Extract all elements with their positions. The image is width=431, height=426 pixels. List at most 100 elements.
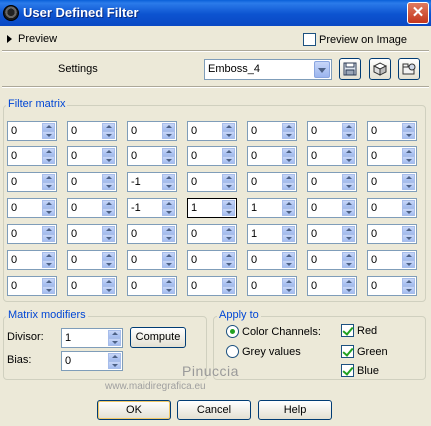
spin-up-icon[interactable] xyxy=(402,200,415,208)
spin-down-icon[interactable] xyxy=(102,260,115,268)
close-button[interactable]: ✕ xyxy=(407,2,429,24)
matrix-cell-r2-c2[interactable]: -1 xyxy=(127,172,177,192)
spin-up-icon[interactable] xyxy=(108,353,121,361)
spin-down-icon[interactable] xyxy=(162,286,175,294)
ok-button[interactable]: OK xyxy=(97,400,171,420)
matrix-cell-r6-c1[interactable]: 0 xyxy=(67,276,117,296)
spin-down-icon[interactable] xyxy=(42,208,55,216)
spin-down-icon[interactable] xyxy=(42,260,55,268)
spin-down-icon[interactable] xyxy=(108,338,121,346)
spin-up-icon[interactable] xyxy=(102,252,115,260)
spin-down-icon[interactable] xyxy=(162,234,175,242)
matrix-cell-r0-c1[interactable]: 0 xyxy=(67,121,117,141)
green-checkbox[interactable]: Green xyxy=(341,345,388,358)
spin-down-icon[interactable] xyxy=(162,260,175,268)
matrix-cell-r2-c1[interactable]: 0 xyxy=(67,172,117,192)
spin-down-icon[interactable] xyxy=(402,234,415,242)
matrix-cell-r0-c6[interactable]: 0 xyxy=(367,121,417,141)
spin-down-icon[interactable] xyxy=(342,182,355,190)
spin-up-icon[interactable] xyxy=(42,174,55,182)
spin-up-icon[interactable] xyxy=(102,123,115,131)
radio-selected-icon[interactable] xyxy=(226,325,239,338)
spin-down-icon[interactable] xyxy=(162,182,175,190)
matrix-cell-r5-c1[interactable]: 0 xyxy=(67,250,117,270)
matrix-cell-r6-c6[interactable]: 0 xyxy=(367,276,417,296)
spin-up-icon[interactable] xyxy=(342,174,355,182)
spin-up-icon[interactable] xyxy=(282,200,295,208)
matrix-cell-r4-c5[interactable]: 0 xyxy=(307,224,357,244)
spin-up-icon[interactable] xyxy=(102,200,115,208)
spin-down-icon[interactable] xyxy=(402,182,415,190)
spin-up-icon[interactable] xyxy=(342,123,355,131)
spin-up-icon[interactable] xyxy=(162,174,175,182)
spin-down-icon[interactable] xyxy=(282,260,295,268)
spin-up-icon[interactable] xyxy=(222,278,235,286)
spin-down-icon[interactable] xyxy=(342,208,355,216)
spin-up-icon[interactable] xyxy=(102,278,115,286)
spin-up-icon[interactable] xyxy=(282,148,295,156)
matrix-cell-r5-c3[interactable]: 0 xyxy=(187,250,237,270)
spin-down-icon[interactable] xyxy=(102,234,115,242)
spin-up-icon[interactable] xyxy=(402,123,415,131)
spin-down-icon[interactable] xyxy=(282,156,295,164)
matrix-cell-r1-c3[interactable]: 0 xyxy=(187,146,237,166)
spin-down-icon[interactable] xyxy=(402,156,415,164)
spin-up-icon[interactable] xyxy=(42,252,55,260)
spin-down-icon[interactable] xyxy=(162,156,175,164)
preview-on-image-box[interactable] xyxy=(303,33,316,46)
radio-unselected-icon[interactable] xyxy=(226,345,239,358)
cancel-button[interactable]: Cancel xyxy=(177,400,251,420)
spin-up-icon[interactable] xyxy=(162,278,175,286)
spin-up-icon[interactable] xyxy=(342,148,355,156)
spin-up-icon[interactable] xyxy=(162,200,175,208)
matrix-cell-r3-c2[interactable]: -1 xyxy=(127,198,177,218)
spin-down-icon[interactable] xyxy=(108,361,121,369)
spin-up-icon[interactable] xyxy=(402,174,415,182)
help-button[interactable]: Help xyxy=(258,400,332,420)
red-checkbox[interactable]: Red xyxy=(341,324,377,337)
spin-down-icon[interactable] xyxy=(282,208,295,216)
matrix-cell-r3-c0[interactable]: 0 xyxy=(7,198,57,218)
spin-up-icon[interactable] xyxy=(222,174,235,182)
matrix-cell-r4-c1[interactable]: 0 xyxy=(67,224,117,244)
matrix-cell-r2-c6[interactable]: 0 xyxy=(367,172,417,192)
matrix-cell-r1-c4[interactable]: 0 xyxy=(247,146,297,166)
spin-down-icon[interactable] xyxy=(222,208,235,216)
matrix-cell-r5-c6[interactable]: 0 xyxy=(367,250,417,270)
spin-down-icon[interactable] xyxy=(42,182,55,190)
spin-up-icon[interactable] xyxy=(42,200,55,208)
spin-up-icon[interactable] xyxy=(108,330,121,338)
matrix-cell-r0-c5[interactable]: 0 xyxy=(307,121,357,141)
matrix-cell-r3-c4[interactable]: 1 xyxy=(247,198,297,218)
matrix-cell-r1-c2[interactable]: 0 xyxy=(127,146,177,166)
spin-up-icon[interactable] xyxy=(282,123,295,131)
spin-up-icon[interactable] xyxy=(282,252,295,260)
spin-down-icon[interactable] xyxy=(102,131,115,139)
matrix-cell-r1-c0[interactable]: 0 xyxy=(7,146,57,166)
spin-down-icon[interactable] xyxy=(282,182,295,190)
spin-down-icon[interactable] xyxy=(222,131,235,139)
matrix-cell-r3-c6[interactable]: 0 xyxy=(367,198,417,218)
bias-spinner[interactable]: 0 xyxy=(61,351,123,371)
spin-up-icon[interactable] xyxy=(162,226,175,234)
spin-down-icon[interactable] xyxy=(282,234,295,242)
matrix-cell-r1-c1[interactable]: 0 xyxy=(67,146,117,166)
matrix-cell-r6-c3[interactable]: 0 xyxy=(187,276,237,296)
spin-down-icon[interactable] xyxy=(282,131,295,139)
matrix-cell-r6-c2[interactable]: 0 xyxy=(127,276,177,296)
matrix-cell-r0-c3[interactable]: 0 xyxy=(187,121,237,141)
spin-down-icon[interactable] xyxy=(402,286,415,294)
preview-on-image-checkbox[interactable]: Preview on Image xyxy=(303,33,407,46)
preset-dropdown[interactable]: Emboss_4 xyxy=(204,59,332,80)
matrix-cell-r0-c4[interactable]: 0 xyxy=(247,121,297,141)
spin-down-icon[interactable] xyxy=(42,234,55,242)
spin-up-icon[interactable] xyxy=(42,226,55,234)
spin-up-icon[interactable] xyxy=(162,123,175,131)
spin-down-icon[interactable] xyxy=(102,208,115,216)
spin-up-icon[interactable] xyxy=(42,148,55,156)
matrix-cell-r4-c3[interactable]: 0 xyxy=(187,224,237,244)
spin-down-icon[interactable] xyxy=(342,260,355,268)
spin-down-icon[interactable] xyxy=(102,182,115,190)
spin-up-icon[interactable] xyxy=(102,174,115,182)
matrix-cell-r3-c3[interactable]: 1 xyxy=(187,198,237,218)
